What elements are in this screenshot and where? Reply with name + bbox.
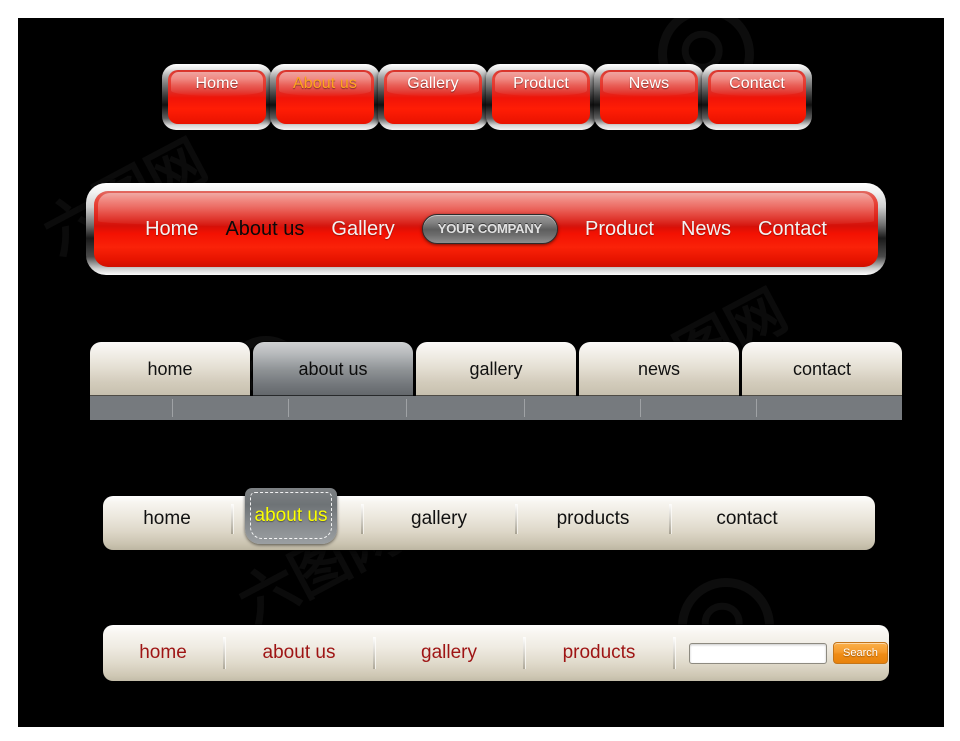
- nav-row-cream-tabs: home about us gallery news contact: [90, 340, 902, 420]
- nav-button-label: Home: [195, 75, 239, 92]
- tab-contact[interactable]: contact: [742, 342, 902, 396]
- tab-label: news: [637, 358, 681, 379]
- nav-link-news[interactable]: News: [681, 218, 731, 241]
- nav-link-about-us[interactable]: About us: [225, 218, 304, 241]
- nav-link-gallery[interactable]: gallery: [363, 508, 515, 530]
- nav-links-container: Home About us Gallery YOUR COMPANY Produ…: [86, 183, 886, 275]
- nav-link-home[interactable]: Home: [145, 218, 198, 241]
- tabs-container: home about us gallery news contact: [90, 340, 902, 396]
- search-button[interactable]: Search: [833, 642, 888, 664]
- tab-home[interactable]: home: [90, 342, 250, 396]
- nav-link-product[interactable]: Product: [585, 218, 654, 241]
- search-input[interactable]: [689, 642, 827, 664]
- nav-link-products[interactable]: products: [517, 508, 669, 530]
- nav-button-label: Gallery: [407, 75, 459, 92]
- tab-about-us[interactable]: about us: [253, 342, 413, 396]
- nav-button-label: Contact: [729, 75, 785, 92]
- tab-label: home: [147, 358, 193, 379]
- poster-canvas: 六图网 六图网 六图网 Home About us Gallery: [18, 18, 944, 727]
- nav-link-contact[interactable]: Contact: [758, 218, 827, 241]
- nav-link-about-us[interactable]: about us: [225, 642, 373, 664]
- nav-links-container: home gallery products contact: [103, 488, 875, 550]
- nav-link-gallery[interactable]: Gallery: [331, 218, 394, 241]
- tab-bottom-strip: [90, 396, 902, 420]
- nav-row-red-pill-bar: Home About us Gallery YOUR COMPANY Produ…: [86, 183, 886, 275]
- nav-link-contact[interactable]: contact: [671, 508, 823, 530]
- tab-news[interactable]: news: [579, 342, 739, 396]
- tab-label: gallery: [469, 358, 523, 379]
- nav-link-products[interactable]: products: [525, 642, 673, 664]
- nav-button-news[interactable]: News: [594, 64, 704, 130]
- tab-gallery[interactable]: gallery: [416, 342, 576, 396]
- search-container: Search: [689, 642, 888, 664]
- nav-button-contact[interactable]: Contact: [702, 64, 812, 130]
- tab-label: about us: [298, 358, 368, 379]
- nav-row-glossy-red-buttons: Home About us Gallery Product News Conta…: [162, 64, 812, 140]
- tab-label: contact: [792, 358, 852, 379]
- company-name-pill[interactable]: YOUR COMPANY: [421, 214, 559, 244]
- nav-button-label: News: [628, 75, 670, 92]
- nav-button-product[interactable]: Product: [486, 64, 596, 130]
- nav-button-label: About us: [293, 75, 357, 92]
- nav-button-home[interactable]: Home: [162, 64, 272, 130]
- nav-links-container: home about us gallery products Search: [103, 625, 889, 681]
- active-tab-label: about us: [254, 505, 328, 526]
- nav-link-about-us-active[interactable]: about us: [245, 488, 337, 544]
- nav-link-home[interactable]: home: [103, 508, 231, 530]
- nav-button-about-us[interactable]: About us: [270, 64, 380, 130]
- separator: [673, 637, 675, 669]
- nav-row-cream-dropdown: home gallery products contact about us: [103, 488, 875, 550]
- nav-button-label: Product: [513, 75, 569, 92]
- nav-row-cream-search: home about us gallery products Search: [103, 625, 889, 681]
- nav-button-gallery[interactable]: Gallery: [378, 64, 488, 130]
- nav-link-gallery[interactable]: gallery: [375, 642, 523, 664]
- nav-link-home[interactable]: home: [103, 642, 223, 664]
